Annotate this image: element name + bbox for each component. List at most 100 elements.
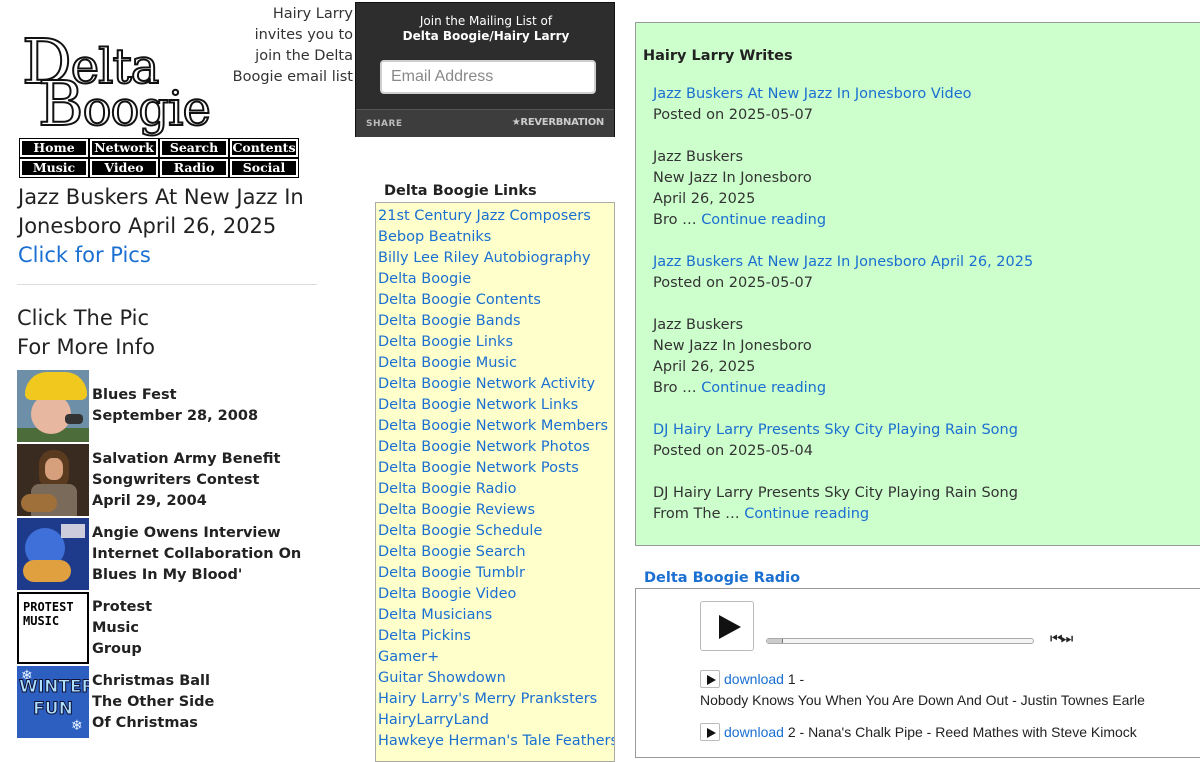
list-item-protest-music[interactable]: PROTEST MUSIC Protest Music Group [17, 591, 337, 665]
mailing-invite-text: Hairy Larry invites you to join the Delt… [232, 6, 353, 85]
feature-block: Jazz Buskers At New Jazz In Jonesboro Ap… [18, 183, 318, 270]
excerpt-line: April 26, 2025 [653, 191, 756, 207]
play-button[interactable] [700, 601, 754, 651]
item-caption[interactable]: Christmas Ball The Other Side Of Christm… [89, 671, 214, 734]
excerpt-line: DJ Hairy Larry Presents Sky City Playing… [653, 485, 1018, 501]
track-play-button[interactable] [700, 670, 720, 688]
links-list-item[interactable]: Hawkeye Herman's Tale Feathers [378, 731, 614, 752]
links-list-item[interactable]: Delta Boogie Music [378, 353, 614, 374]
site-logo[interactable]: Delta Boogie [20, 30, 220, 136]
item-caption[interactable]: Salvation Army Benefit Songwriters Conte… [89, 449, 280, 512]
links-list-item[interactable]: HairyLarryLand [378, 710, 614, 731]
links-list-item[interactable]: Delta Boogie Network Members [378, 416, 614, 437]
share-link[interactable]: SHARE [366, 119, 403, 129]
list-item-salvation-army[interactable]: Salvation Army Benefit Songwriters Conte… [17, 443, 337, 517]
caption-line: Songwriters Contest [92, 471, 260, 488]
protest-music-thumbnail[interactable]: PROTEST MUSIC [17, 592, 89, 664]
track-title: Nana's Chalk Pipe - Reed Mathes with Ste… [808, 724, 1137, 740]
angie-owens-thumbnail[interactable] [17, 518, 89, 590]
continue-reading-link[interactable]: Continue reading [701, 212, 826, 228]
track-number: 2 - [787, 724, 805, 740]
progress-bar[interactable] [766, 638, 1034, 644]
click-for-pics-link[interactable]: Click for Pics [18, 241, 318, 270]
snowflake-icon: ❄ [71, 718, 83, 734]
links-list-item[interactable]: Delta Boogie Network Posts [378, 458, 614, 479]
caption-line: Music [92, 619, 139, 636]
excerpt-line: New Jazz In Jonesboro [653, 170, 812, 186]
item-caption[interactable]: Angie Owens Interview Internet Collabora… [89, 523, 301, 586]
links-list-item[interactable]: Delta Boogie [378, 269, 614, 290]
thumbnail-lettering: PROTEST MUSIC [23, 600, 74, 628]
track-play-button[interactable] [700, 723, 720, 741]
links-list-item[interactable]: Delta Boogie Video [378, 584, 614, 605]
nav-radio[interactable]: Radio [159, 158, 229, 178]
caption-line: Blues Fest [92, 387, 177, 403]
links-list-item[interactable]: Gamer+ [378, 647, 614, 668]
excerpt-line: April 26, 2025 [653, 359, 756, 375]
list-item-angie-owens[interactable]: Angie Owens Interview Internet Collabora… [17, 517, 337, 591]
salvation-army-thumbnail[interactable] [17, 444, 89, 516]
excerpt-tail-line: Bro … Continue reading [653, 378, 1193, 399]
links-list-item[interactable]: Guitar Showdown [378, 668, 614, 689]
links-list-item[interactable]: Delta Boogie Network Activity [378, 374, 614, 395]
radio-player: ⏮⏭ download 1 - Nobody Knows You When Yo… [635, 588, 1200, 758]
email-input[interactable] [380, 60, 596, 94]
links-list-item[interactable]: Delta Boogie Network Links [378, 395, 614, 416]
links-list: 21st Century Jazz Composers Bebop Beatnik… [375, 202, 615, 762]
caption-line: Salvation Army Benefit [92, 450, 281, 467]
links-list-item[interactable]: Delta Pickins [378, 626, 614, 647]
links-list-item[interactable]: Delta Boogie Reviews [378, 500, 614, 521]
post-item: Jazz Buskers At New Jazz In Jonesboro Ap… [653, 252, 1193, 399]
links-list-item[interactable]: Delta Boogie Links [378, 332, 614, 353]
item-caption[interactable]: Blues Fest September 28, 2008 [89, 385, 258, 427]
post-excerpt: Jazz Buskers New Jazz In Jonesboro April 2… [653, 147, 1193, 231]
caption-line: Group [92, 640, 142, 657]
list-item-christmas-ball[interactable]: ❄ ❄ WINTER FUN Christmas Ball The Other … [17, 665, 337, 739]
links-list-item[interactable]: Delta Boogie Schedule [378, 521, 614, 542]
links-list-item[interactable]: 21st Century Jazz Composers [378, 206, 614, 227]
skip-controls-icon[interactable]: ⏮⏭ [1050, 631, 1073, 647]
nav-search[interactable]: Search [159, 138, 229, 158]
post-title-link[interactable]: DJ Hairy Larry Presents Sky City Playing… [653, 420, 1193, 441]
writes-heading: Hairy Larry Writes [643, 48, 793, 64]
blues-fest-thumbnail[interactable] [17, 370, 89, 442]
posts-list: Jazz Buskers At New Jazz In Jonesboro Vi… [653, 84, 1193, 546]
item-caption[interactable]: Protest Music Group [89, 597, 152, 660]
nav-social[interactable]: Social [229, 158, 299, 178]
links-list-item[interactable]: Delta Boogie Tumblr [378, 563, 614, 584]
links-list-item[interactable]: Billy Lee Riley Autobiography [378, 248, 614, 269]
links-list-item[interactable]: Delta Boogie Search [378, 542, 614, 563]
list-item-blues-fest[interactable]: Blues Fest September 28, 2008 [17, 369, 337, 443]
mailing-list-widget: Join the Mailing List of Delta Boogie/Ha… [355, 2, 615, 137]
continue-reading-link[interactable]: Continue reading [744, 506, 869, 522]
click-pic-line-1: Click The Pic [17, 306, 150, 330]
caption-line: September 28, 2008 [92, 408, 259, 424]
featured-list: Blues Fest September 28, 2008 Salvation … [17, 369, 337, 739]
links-list-item[interactable]: Bebop Beatniks [378, 227, 614, 248]
caption-line: April 29, 2004 [92, 492, 207, 509]
post-title-link[interactable]: Jazz Buskers At New Jazz In Jonesboro Ap… [653, 252, 1193, 273]
links-list-item[interactable]: Delta Musicians [378, 605, 614, 626]
nav-video[interactable]: Video [89, 158, 159, 178]
post-title-link[interactable]: Jazz Buskers At New Jazz In Jonesboro Vi… [653, 84, 1193, 105]
continue-reading-link[interactable]: Continue reading [701, 380, 826, 396]
nav-home[interactable]: Home [19, 138, 89, 158]
download-link[interactable]: download [724, 724, 784, 740]
links-list-item[interactable]: Delta Boogie Contents [378, 290, 614, 311]
christmas-ball-thumbnail[interactable]: ❄ ❄ WINTER FUN [17, 666, 89, 738]
nav-network[interactable]: Network [89, 138, 159, 158]
nav-music[interactable]: Music [19, 158, 89, 178]
links-list-item[interactable]: Delta Boogie Radio [378, 479, 614, 500]
divider [17, 284, 317, 285]
links-list-item[interactable]: Hairy Larry's Merry Pranksters [378, 689, 614, 710]
radio-heading-link[interactable]: Delta Boogie Radio [644, 570, 800, 586]
links-list-item[interactable]: Delta Boogie Network Photos [378, 437, 614, 458]
excerpt-tail-line: From The … Continue reading [653, 504, 1193, 525]
track-item: download 1 - Nobody Knows You When You A… [700, 669, 1200, 711]
nav-contents[interactable]: Contents [229, 138, 299, 158]
excerpt-line: New Jazz In Jonesboro [653, 338, 812, 354]
post-excerpt: DJ Hairy Larry Presents Sky City Playing… [653, 483, 1193, 525]
reverbnation-logo[interactable]: ★REVERBNATION [512, 117, 605, 128]
links-list-item[interactable]: Delta Boogie Bands [378, 311, 614, 332]
download-link[interactable]: download [724, 671, 784, 687]
